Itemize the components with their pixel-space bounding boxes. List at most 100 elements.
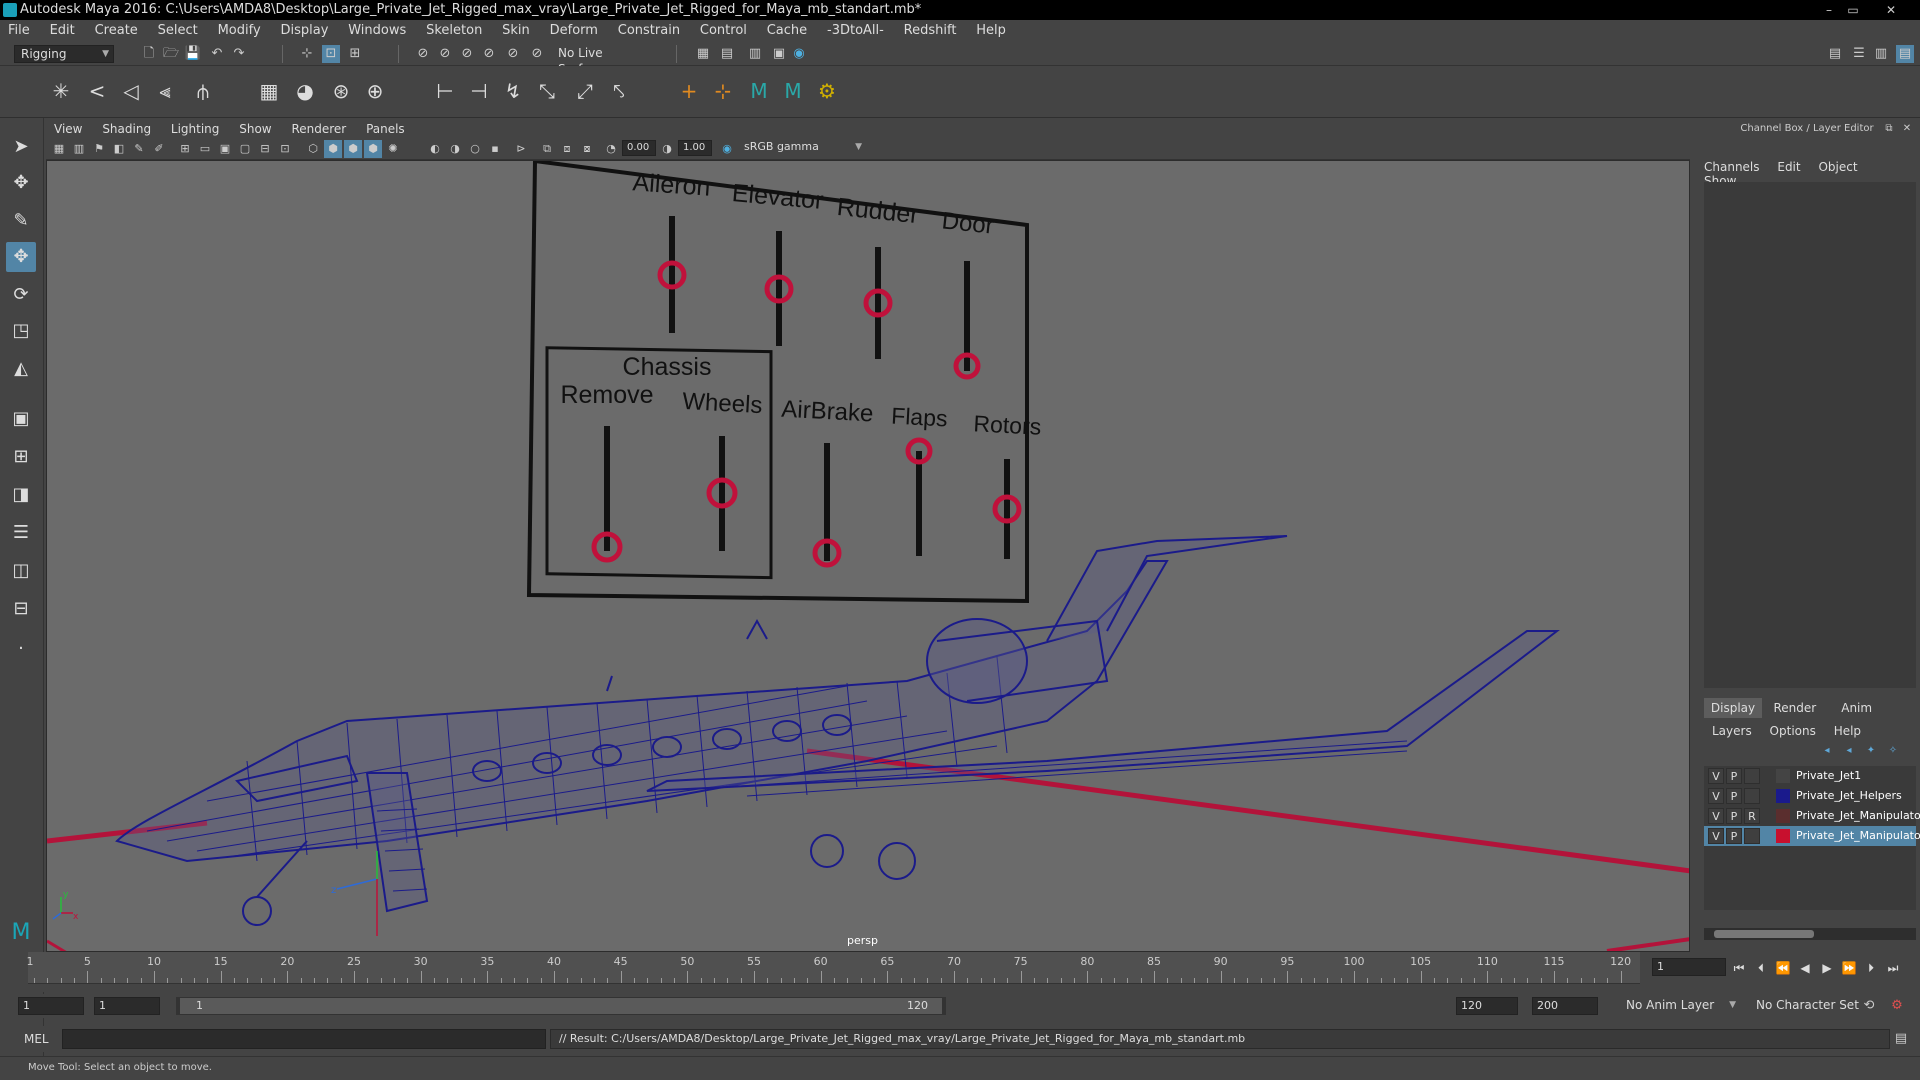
last-tool-icon[interactable]: ◭ (6, 354, 36, 384)
float-icon[interactable]: ⧉ (1880, 120, 1898, 138)
select-component-icon[interactable]: ⊞ (346, 45, 364, 63)
menu-control[interactable]: Control (692, 20, 755, 42)
parent-constraint-icon[interactable]: ⤢ (572, 78, 598, 104)
move-layer-up-icon[interactable]: ◂ (1818, 742, 1836, 760)
paint-weights-icon[interactable]: ◕ (292, 78, 318, 104)
layer-row[interactable]: V P Private_Jet1 (1704, 766, 1916, 786)
grease-pencil-icon[interactable]: ✐ (150, 140, 168, 158)
create-joint-icon[interactable]: ✳ (48, 78, 74, 104)
gamma-field[interactable]: 1.00 (678, 140, 712, 156)
snap-surface-icon[interactable]: ⊘ (504, 45, 522, 63)
go-to-start-icon[interactable]: ⏮ (1730, 960, 1748, 976)
new-layer-icon[interactable]: ✦ (1862, 742, 1880, 760)
colorspace-dropdown[interactable]: sRGB gamma ▼ (738, 140, 866, 156)
bookmark-icon[interactable]: ⚑ (90, 140, 108, 158)
layer-playback-toggle[interactable]: P (1726, 808, 1742, 824)
menu-help[interactable]: Help (968, 20, 1014, 42)
shadows-icon[interactable]: ◐ (426, 140, 444, 158)
menu-skeleton[interactable]: Skeleton (418, 20, 490, 42)
workspace-icon[interactable]: ▤ (1826, 45, 1844, 63)
channel-box-area[interactable] (1704, 182, 1916, 688)
save-scene-icon[interactable]: 💾 (184, 45, 202, 63)
playback-end-field[interactable]: 120 (1456, 997, 1518, 1015)
lasso-tool-icon[interactable]: ✥ (6, 168, 36, 198)
layer-menu-options[interactable]: Options (1770, 724, 1816, 738)
layout-four-icon[interactable]: ⊞ (6, 442, 36, 472)
film-gate-icon[interactable]: ▭ (196, 140, 214, 158)
range-slider[interactable]: 1 120 (176, 997, 946, 1015)
vp-menu-shading[interactable]: Shading (94, 120, 159, 138)
image-plane-icon[interactable]: ◧ (110, 140, 128, 158)
render-frame-icon[interactable]: ▦ (694, 45, 712, 63)
snap-grid-icon[interactable]: ⊘ (414, 45, 432, 63)
ik-spline-icon[interactable]: ◁ (118, 78, 144, 104)
more-layouts-icon[interactable]: · (6, 634, 36, 664)
scale-tool-icon[interactable]: ◳ (6, 316, 36, 346)
layout-two-icon[interactable]: ◨ (6, 480, 36, 510)
bind-skin-icon[interactable]: ▦ (256, 78, 282, 104)
menu-file[interactable]: File (0, 20, 38, 42)
menu-cache[interactable]: Cache (759, 20, 815, 42)
close-button[interactable]: ✕ (1880, 2, 1902, 18)
layout-single-icon[interactable]: ▣ (6, 404, 36, 434)
gate-mask-icon[interactable]: ▢ (236, 140, 254, 158)
point-constraint-icon[interactable]: ⊢ (432, 78, 458, 104)
cb-menu-object[interactable]: Object (1818, 160, 1857, 174)
cb-menu-edit[interactable]: Edit (1777, 160, 1800, 174)
move-tool-icon[interactable]: ✥ (6, 242, 36, 272)
xray-joints-icon[interactable]: ⧈ (558, 140, 576, 158)
menu-3dtoall[interactable]: -3DtoAll- (819, 20, 892, 42)
scrollbar-thumb[interactable] (1714, 930, 1814, 938)
menu-edit[interactable]: Edit (42, 20, 83, 42)
render-ipr-icon[interactable]: ▤ (718, 45, 736, 63)
menu-display[interactable]: Display (272, 20, 336, 42)
private-jet-model[interactable] (115, 535, 1560, 926)
script-language-toggle[interactable]: MEL (24, 1030, 49, 1048)
vp-menu-renderer[interactable]: Renderer (283, 120, 354, 138)
rotate-tool-icon[interactable]: ⟳ (6, 280, 36, 310)
new-layer-selected-icon[interactable]: ✧ (1884, 742, 1902, 760)
step-back-icon[interactable]: ⏴ (1752, 960, 1770, 976)
vp-menu-view[interactable]: View (46, 120, 90, 138)
grid-icon[interactable]: ⊞ (176, 140, 194, 158)
snap-plane-icon[interactable]: ⊘ (480, 45, 498, 63)
quick-rig-icon[interactable]: M (780, 78, 806, 104)
new-scene-icon[interactable]: 🗋 (140, 45, 158, 63)
attribute-editor-icon[interactable]: ☰ (1850, 45, 1868, 63)
ik-handle-icon[interactable]: < (84, 78, 110, 104)
animation-end-field[interactable]: 200 (1532, 997, 1598, 1015)
antialias-icon[interactable]: ▪ (486, 140, 504, 158)
field-chart-icon[interactable]: ⊟ (256, 140, 274, 158)
select-hierarchy-icon[interactable]: ⊹ (298, 45, 316, 63)
layer-display-type-toggle[interactable] (1744, 788, 1760, 804)
step-back-key-icon[interactable]: ⏪ (1774, 960, 1792, 976)
tab-anim[interactable]: Anim (1828, 698, 1886, 718)
step-forward-key-icon[interactable]: ⏩ (1840, 960, 1858, 976)
aim-constraint-icon[interactable]: ⊣ (466, 78, 492, 104)
auto-key-icon[interactable]: ⟲ (1860, 997, 1878, 1015)
safe-action-icon[interactable]: ⊡ (276, 140, 294, 158)
animation-start-field[interactable]: 1 (18, 997, 84, 1015)
xray-icon[interactable]: ⧉ (538, 140, 556, 158)
undo-icon[interactable]: ↶ (208, 45, 226, 63)
open-scene-icon[interactable]: 🗁 (162, 45, 180, 63)
magnet-icon[interactable]: ⊘ (528, 45, 546, 63)
menuset-dropdown[interactable]: Rigging ▼ (14, 45, 114, 63)
minimize-button[interactable]: – (1818, 2, 1840, 18)
command-input[interactable] (62, 1029, 546, 1049)
hik-icon[interactable]: M (746, 78, 772, 104)
layer-color-swatch[interactable] (1776, 809, 1790, 823)
snap-point-icon[interactable]: ⊘ (458, 45, 476, 63)
layer-menu-layers[interactable]: Layers (1712, 724, 1752, 738)
locator-icon[interactable]: + (676, 78, 702, 104)
restore-button[interactable]: ▭ (1842, 2, 1864, 18)
perspective-viewport[interactable]: Aileron Elevator Rudder Door Chassis Rem… (46, 160, 1690, 952)
set-driven-key-icon[interactable]: ⚙ (814, 78, 840, 104)
tab-display[interactable]: Display (1704, 698, 1762, 718)
gamma-icon[interactable]: ◑ (658, 140, 676, 158)
tab-render[interactable]: Render (1766, 698, 1824, 718)
exposure-field[interactable]: 0.00 (622, 140, 656, 156)
range-slider-thumb[interactable]: 1 120 (180, 998, 942, 1014)
camera-select-icon[interactable]: ▦ (50, 140, 68, 158)
close-icon[interactable]: ✕ (1898, 120, 1916, 138)
